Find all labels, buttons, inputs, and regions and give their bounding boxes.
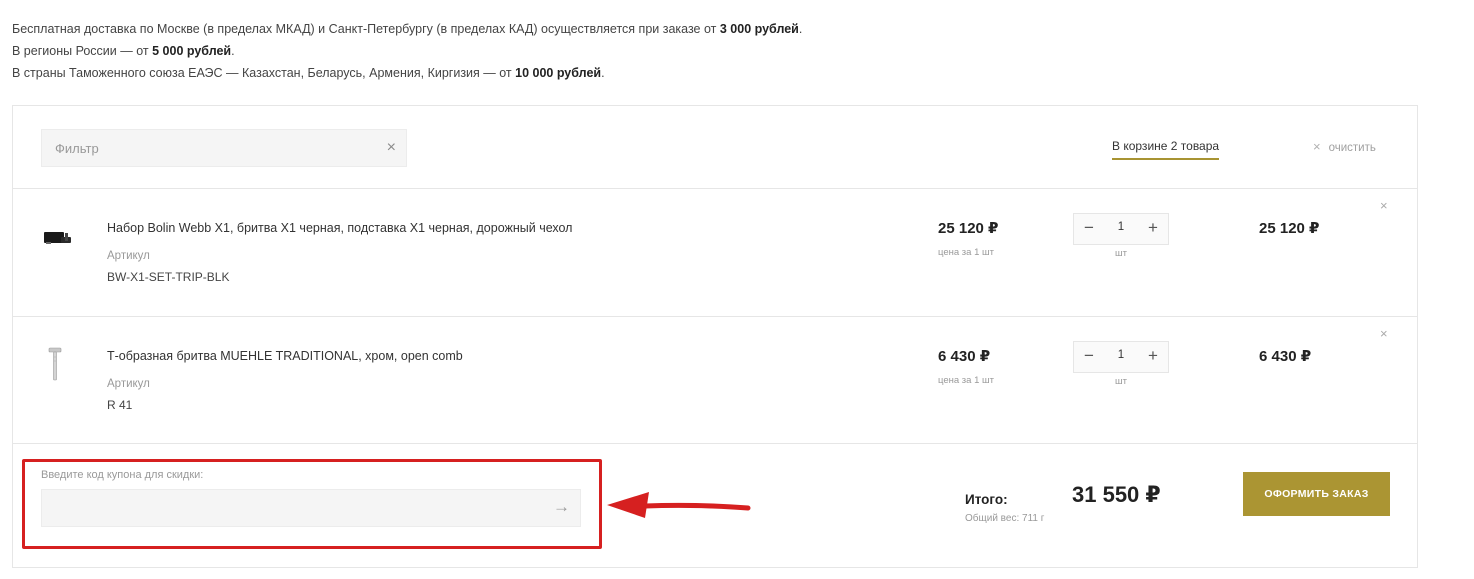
- price-note: цена за 1 шт: [938, 247, 994, 258]
- cart-count-tab[interactable]: В корзине 2 товара: [1112, 139, 1220, 160]
- cart-toolbar: × В корзине 2 товара × очистить: [13, 106, 1417, 189]
- razor-set-icon: [44, 232, 71, 244]
- line-total: 25 120 ₽: [1259, 220, 1320, 237]
- annotation-arrow-icon: [607, 492, 751, 518]
- cart-item-row: Набор Bolin Webb X1, бритва X1 черная, п…: [13, 189, 1417, 317]
- sku-label: Артикул: [107, 378, 150, 390]
- remove-item-icon[interactable]: ×: [1380, 198, 1388, 213]
- clear-cart-label: очистить: [1328, 142, 1376, 154]
- safety-razor-icon: [48, 347, 62, 381]
- shipping-line-moscow: Бесплатная доставка по Москве (в предела…: [12, 22, 803, 36]
- unit-price: 25 120 ₽: [938, 220, 999, 237]
- quantity-stepper: − +: [1073, 341, 1169, 373]
- total-label: Итого:: [965, 492, 1008, 507]
- sku-value: BW-X1-SET-TRIP-BLK: [107, 270, 230, 284]
- sku-value: R 41: [107, 398, 133, 412]
- annotation-highlight-box: [22, 459, 602, 549]
- shipping-line-regions: В регионы России — от 5 000 рублей.: [12, 44, 235, 58]
- filter-box: ×: [41, 129, 407, 167]
- sku-label: Артикул: [107, 250, 150, 262]
- close-icon: ×: [1313, 139, 1321, 154]
- checkout-button[interactable]: ОФОРМИТЬ ЗАКАЗ: [1243, 472, 1390, 516]
- decrease-quantity-button[interactable]: −: [1078, 218, 1100, 240]
- total-weight: Общий вес: 711 г: [965, 513, 1045, 524]
- filter-clear-icon[interactable]: ×: [387, 139, 396, 157]
- product-thumbnail[interactable]: [41, 347, 77, 383]
- clear-cart-button[interactable]: × очистить: [1313, 139, 1376, 154]
- decrease-quantity-button[interactable]: −: [1078, 346, 1100, 368]
- quantity-input[interactable]: [1104, 221, 1138, 233]
- product-name-link[interactable]: Т-образная бритва MUEHLE TRADITIONAL, хр…: [107, 349, 463, 363]
- filter-input[interactable]: [42, 130, 362, 166]
- price-note: цена за 1 шт: [938, 375, 994, 386]
- product-thumbnail[interactable]: [41, 219, 77, 255]
- quantity-unit: шт: [1115, 248, 1127, 259]
- product-name-link[interactable]: Набор Bolin Webb X1, бритва X1 черная, п…: [107, 221, 572, 235]
- shipping-line-eaeu: В страны Таможенного союза ЕАЭС — Казахс…: [12, 66, 605, 80]
- increase-quantity-button[interactable]: +: [1142, 218, 1164, 240]
- quantity-input[interactable]: [1104, 349, 1138, 361]
- line-total: 6 430 ₽: [1259, 348, 1312, 365]
- increase-quantity-button[interactable]: +: [1142, 346, 1164, 368]
- unit-price: 6 430 ₽: [938, 348, 991, 365]
- remove-item-icon[interactable]: ×: [1380, 326, 1388, 341]
- cart-item-row: Т-образная бритва MUEHLE TRADITIONAL, хр…: [13, 317, 1417, 444]
- quantity-unit: шт: [1115, 376, 1127, 387]
- quantity-stepper: − +: [1073, 213, 1169, 245]
- shipping-info: Бесплатная доставка по Москве (в предела…: [12, 18, 802, 84]
- total-value: 31 550 ₽: [1072, 482, 1161, 507]
